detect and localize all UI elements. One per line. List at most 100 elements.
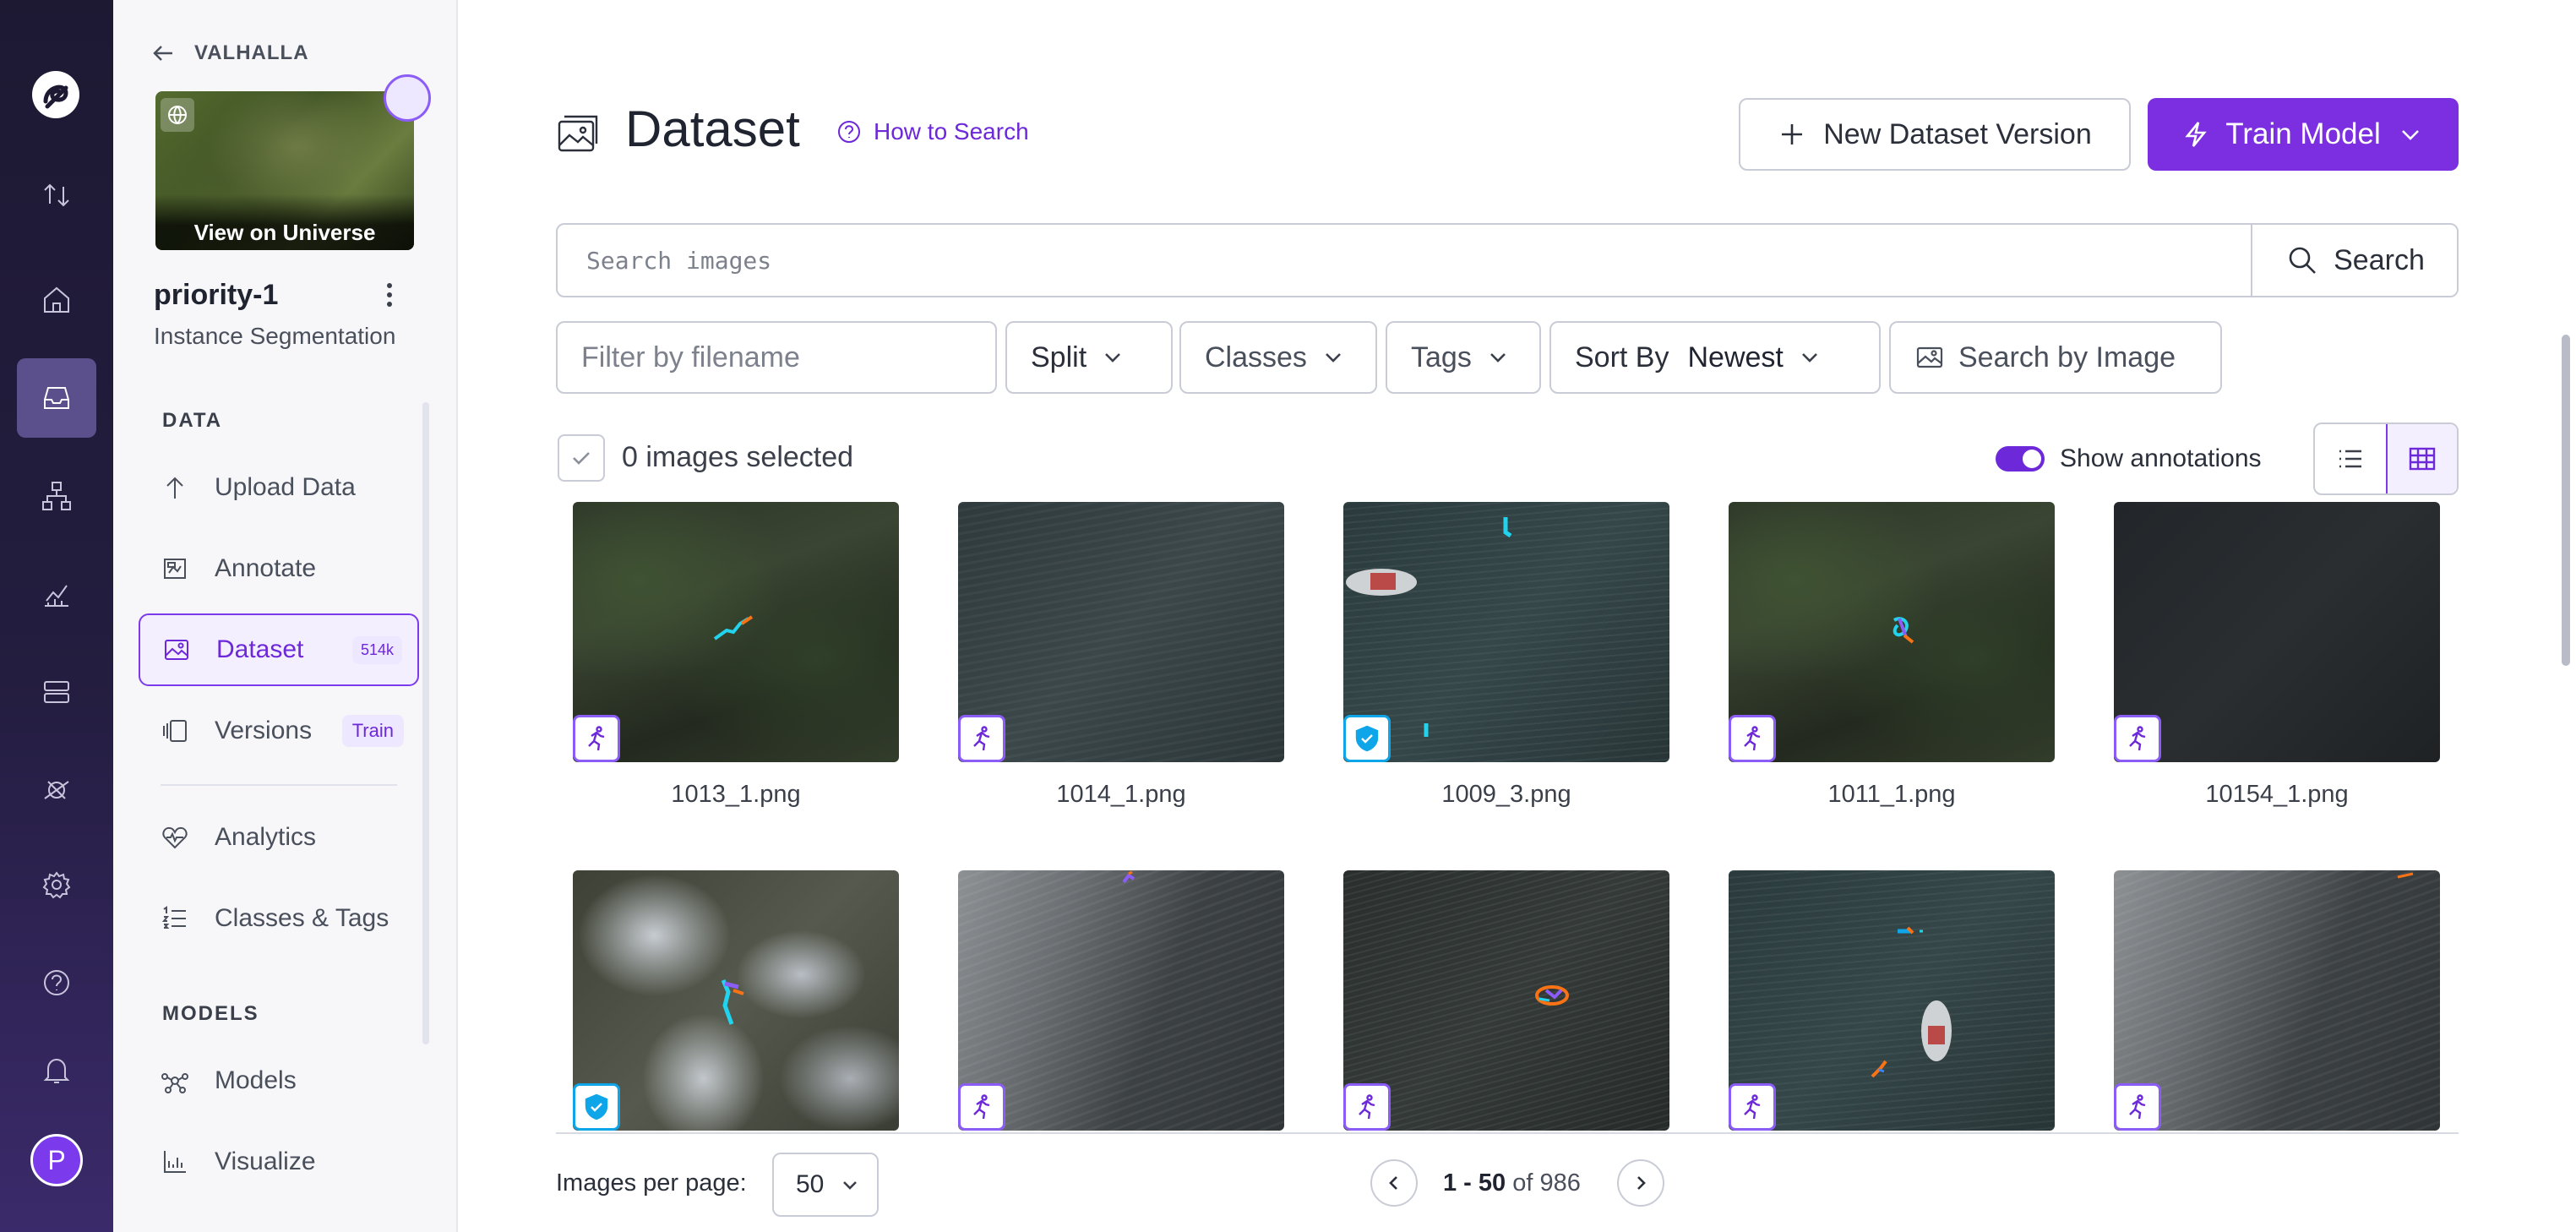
boat-object	[1921, 1000, 1952, 1061]
image-tile[interactable]: 10154_1.png	[2114, 502, 2440, 809]
image-thumbnail[interactable]	[958, 502, 1284, 762]
settings-icon[interactable]	[17, 845, 96, 924]
page-scrollbar[interactable]	[2562, 335, 2570, 666]
split-badge-valid	[1343, 715, 1391, 762]
sidebar-item-classes-tags[interactable]: Classes & Tags	[139, 882, 419, 955]
how-to-search-label: How to Search	[874, 118, 1029, 144]
filename-filter-input[interactable]	[558, 323, 995, 392]
image-thumbnail[interactable]	[1343, 870, 1669, 1131]
split-badge-train	[958, 1083, 1005, 1131]
sort-by-value: Newest	[1687, 341, 1784, 373]
new-dataset-version-button[interactable]: New Dataset Version	[1739, 98, 2131, 171]
view-on-universe-card[interactable]: View on Universe	[155, 91, 414, 250]
image-tile[interactable]	[1729, 870, 2055, 1132]
sidebar-item-analytics[interactable]: Analytics	[139, 801, 419, 874]
main-content: Dataset How to Search New Dataset Versio…	[458, 0, 2576, 1232]
image-tile[interactable]: 1011_1.png	[1729, 502, 2055, 809]
image-tile[interactable]	[958, 870, 1284, 1132]
project-sidebar: VALHALLA View on Universe priority-1 Ins…	[113, 0, 458, 1232]
back-to-workspace-link[interactable]: VALHALLA	[150, 41, 309, 66]
sidebar-item-annotate[interactable]: Annotate	[139, 532, 419, 605]
image-thumbnail[interactable]	[1729, 870, 2055, 1131]
search-button[interactable]: Search	[2251, 225, 2457, 296]
project-menu-icon[interactable]	[377, 279, 402, 313]
select-all-checkbox[interactable]	[558, 434, 605, 482]
image-tile[interactable]: 1014_1.png	[958, 502, 1284, 809]
annotation-mask	[2397, 872, 2414, 879]
workflow-icon[interactable]	[17, 456, 96, 536]
upload-icon	[166, 477, 183, 499]
deploy-icon[interactable]	[17, 652, 96, 732]
chevron-down-icon	[1490, 353, 1506, 363]
help-icon[interactable]	[17, 943, 96, 1022]
image-thumbnail[interactable]	[573, 502, 899, 762]
tags-filter-dropdown[interactable]: Tags	[1386, 321, 1541, 394]
sidebar-item-label: Upload Data	[215, 473, 356, 501]
person-running-icon	[973, 1094, 990, 1120]
sidebar-item-label: Visualize	[215, 1148, 316, 1175]
sidebar-item-label: Annotate	[215, 554, 317, 582]
image-tile[interactable]: 1013_1.png	[573, 502, 899, 809]
image-thumbnail[interactable]	[1343, 502, 1669, 762]
satellite-icon[interactable]	[17, 750, 96, 830]
logo-icon[interactable]	[29, 68, 83, 122]
how-to-search-link[interactable]: How to Search	[836, 118, 1029, 145]
sidebar-item-models[interactable]: Models	[139, 1044, 419, 1117]
home-icon[interactable]	[17, 260, 96, 340]
avatar[interactable]: P	[30, 1134, 83, 1186]
annotation-mask	[1503, 517, 1512, 538]
versions-train-badge: Train	[341, 715, 404, 747]
train-model-button[interactable]: Train Model	[2148, 98, 2459, 171]
image-tile[interactable]: 1009_3.png	[1343, 502, 1669, 809]
sidebar-item-upload-data[interactable]: Upload Data	[139, 451, 419, 524]
plus-icon	[1782, 124, 1803, 144]
person-running-icon	[1744, 726, 1761, 751]
next-page-button[interactable]	[1617, 1159, 1664, 1207]
show-annotations-toggle[interactable]	[1996, 446, 2045, 472]
inbox-icon[interactable]	[17, 358, 96, 438]
sidebar-item-dataset[interactable]: Dataset 514k	[139, 613, 419, 686]
search-by-image-button[interactable]: Search by Image	[1889, 321, 2222, 394]
search-button-label: Search	[2334, 243, 2425, 276]
image-tile[interactable]	[1343, 870, 1669, 1132]
search-bar: Search	[556, 223, 2459, 297]
image-thumbnail[interactable]	[2114, 502, 2440, 762]
sidebar-item-label: Analytics	[215, 823, 317, 851]
image-tile[interactable]	[2114, 870, 2440, 1132]
insights-icon[interactable]	[17, 554, 96, 634]
sidebar-item-visualize[interactable]: Visualize	[139, 1126, 419, 1198]
search-input[interactable]	[558, 225, 2251, 296]
sidebar-item-versions[interactable]: Versions Train	[139, 695, 419, 767]
annotation-mask	[1898, 926, 1923, 935]
sidebar-scrollbar[interactable]	[422, 402, 429, 1044]
globe-icon	[161, 98, 194, 132]
person-running-icon	[973, 726, 990, 751]
image-tile[interactable]	[573, 870, 899, 1132]
image-thumbnail[interactable]	[2114, 870, 2440, 1131]
bell-icon[interactable]	[17, 1031, 96, 1110]
previous-page-button[interactable]	[1370, 1159, 1418, 1207]
image-filename: 1014_1.png	[1056, 781, 1186, 808]
annotation-mask	[1122, 870, 1136, 884]
chevron-down-icon	[1105, 353, 1121, 363]
image-thumbnail[interactable]	[1729, 502, 2055, 762]
sort-by-dropdown[interactable]: Sort By Newest	[1549, 321, 1881, 394]
image-thumbnail[interactable]	[573, 870, 899, 1131]
swap-icon[interactable]	[17, 155, 96, 235]
person-running-icon	[2129, 1094, 2146, 1120]
images-per-page-select[interactable]: 50	[772, 1153, 879, 1217]
chevron-down-icon	[1326, 353, 1341, 363]
list-view-button[interactable]	[2315, 424, 2386, 493]
split-filter-dropdown[interactable]: Split	[1005, 321, 1173, 394]
classes-filter-dropdown[interactable]: Classes	[1179, 321, 1377, 394]
annotate-icon	[164, 559, 186, 579]
sort-by-label: Sort By	[1575, 341, 1669, 373]
list-icon	[161, 906, 186, 929]
image-grid: 1013_1.png 1014_1.png 1009_3.png 1011_1.…	[556, 502, 2459, 1132]
image-icon	[165, 640, 188, 660]
image-thumbnail[interactable]	[958, 870, 1284, 1131]
annotation-mask	[1535, 985, 1569, 1006]
grid-view-button[interactable]	[2386, 424, 2457, 493]
split-badge-train	[2114, 1083, 2161, 1131]
person-running-icon	[1744, 1094, 1761, 1120]
